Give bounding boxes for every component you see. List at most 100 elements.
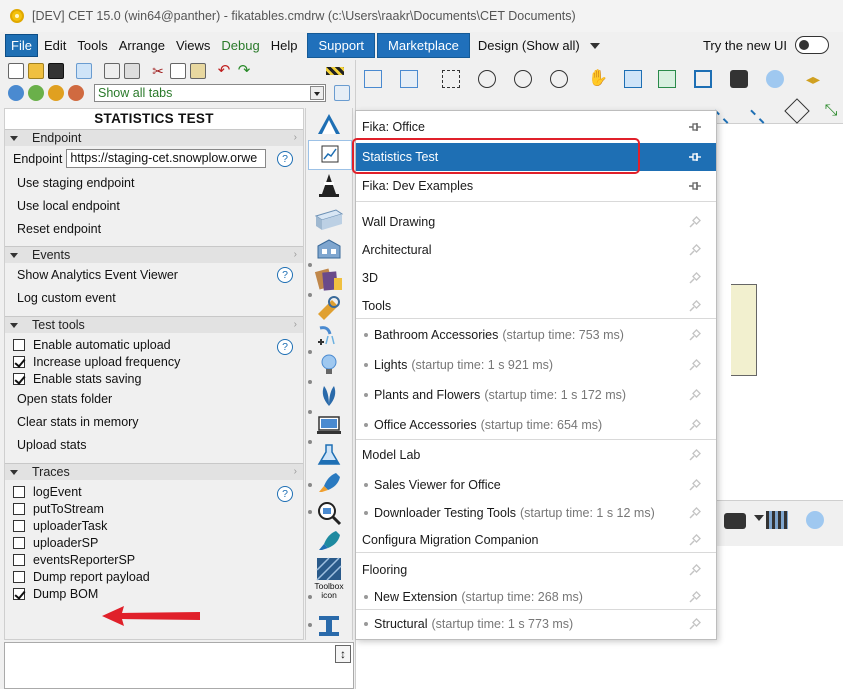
use-local-endpoint-link[interactable]: Use local endpoint xyxy=(5,194,303,217)
pin-icon[interactable] xyxy=(688,534,702,546)
pan-hand-icon[interactable]: ✋ xyxy=(588,70,608,88)
enable-automatic-upload-checkbox[interactable] xyxy=(13,338,25,351)
try-new-ui-toggle[interactable] xyxy=(795,36,829,54)
pin-icon[interactable] xyxy=(688,449,702,461)
render-camera-icon[interactable] xyxy=(724,513,746,529)
dropdown-item-flooring[interactable]: Flooring xyxy=(356,556,716,584)
trace-eventsreportersp-row[interactable]: eventsReporterSP xyxy=(5,551,303,568)
cut-icon[interactable]: ✂ xyxy=(150,63,166,79)
pin-icon[interactable] xyxy=(688,272,702,284)
flooring-icon[interactable] xyxy=(314,556,344,582)
menu-help[interactable]: Help xyxy=(266,35,303,56)
log-custom-event-link[interactable]: Log custom event xyxy=(5,286,303,309)
dropdown-item-architectural[interactable]: Architectural xyxy=(356,236,716,264)
menu-tools[interactable]: Tools xyxy=(72,35,112,56)
film-strip-icon[interactable] xyxy=(766,511,788,529)
dropdown-item-lights[interactable]: Lights (startup time: 1 s 921 ms) xyxy=(356,351,716,379)
structural-beam-icon[interactable] xyxy=(314,612,344,638)
endpoint-input[interactable]: https://staging-cet.snowplow.orwe xyxy=(66,149,267,168)
dropdown-item-wall-drawing[interactable]: Wall Drawing xyxy=(356,208,716,236)
dropdown-item-model-lab[interactable]: Model Lab xyxy=(356,441,716,469)
office-accessories-icon[interactable] xyxy=(314,412,344,438)
open-stats-folder-link[interactable]: Open stats folder xyxy=(5,387,303,410)
fika-office-icon[interactable] xyxy=(314,112,344,138)
help-icon[interactable]: ? xyxy=(277,150,293,167)
zoom-out-icon[interactable] xyxy=(514,70,532,88)
frame-icon[interactable] xyxy=(694,70,712,88)
new-document-icon[interactable] xyxy=(8,63,24,79)
circle-red-icon[interactable] xyxy=(68,85,84,101)
camera-icon[interactable] xyxy=(730,70,748,88)
dump-report-payload-row[interactable]: Dump report payload xyxy=(5,568,303,585)
diagonal-arrow-icon[interactable]: ⤡ xyxy=(822,102,840,120)
lights-icon[interactable] xyxy=(314,352,344,378)
tab-options-icon[interactable] xyxy=(334,85,350,101)
eraser-icon[interactable] xyxy=(766,70,784,88)
architectural-icon[interactable] xyxy=(314,236,344,262)
section-events-header[interactable]: Events › xyxy=(5,246,303,263)
pin-icon[interactable] xyxy=(688,618,702,630)
dropdown-item-fika-dev-examples[interactable]: Fika: Dev Examples xyxy=(356,172,716,200)
pin-icon[interactable] xyxy=(688,479,702,491)
pin-icon[interactable] xyxy=(688,564,702,576)
tabs-select[interactable]: Show all tabs xyxy=(94,84,326,102)
new-extension-icon[interactable]: Toolbox icon xyxy=(310,582,348,610)
enable-stats-saving-checkbox[interactable] xyxy=(13,372,25,385)
pin-icon[interactable] xyxy=(688,419,702,431)
trace-eventsreportersp-checkbox[interactable] xyxy=(13,553,25,566)
dropdown-item-structural[interactable]: Structural (startup time: 1 s 773 ms) xyxy=(356,610,716,638)
copy-icon[interactable] xyxy=(170,63,186,79)
menu-file[interactable]: File xyxy=(5,34,38,57)
measure-line-icon[interactable] xyxy=(714,98,740,124)
enable-stats-saving-row[interactable]: Enable stats saving xyxy=(5,370,303,387)
save-icon[interactable] xyxy=(48,63,64,79)
pin-icon[interactable] xyxy=(688,216,702,228)
support-button[interactable]: Support xyxy=(307,33,376,58)
sales-viewer-rocket-icon[interactable] xyxy=(314,470,344,496)
trace-uploadersp-row[interactable]: uploaderSP xyxy=(5,534,303,551)
trace-uploadertask-row[interactable]: uploaderTask xyxy=(5,517,303,534)
dropdown-item-sales-viewer-for-office[interactable]: Sales Viewer for Office xyxy=(356,471,716,499)
horizontal-arrows-icon[interactable]: ◂▸ xyxy=(804,70,822,88)
menu-views[interactable]: Views xyxy=(171,35,215,56)
paste-icon[interactable] xyxy=(190,63,206,79)
dimension-line-icon[interactable] xyxy=(750,98,776,124)
pinned-icon[interactable] xyxy=(688,151,702,163)
section-traces-header[interactable]: Traces › xyxy=(5,463,303,480)
wall-drawing-icon[interactable] xyxy=(314,206,344,232)
print-preview-icon[interactable] xyxy=(104,63,120,79)
dropdown-item-downloader-testing-tools[interactable]: Downloader Testing Tools (startup time: 1… xyxy=(356,499,716,527)
settings-gear-icon[interactable] xyxy=(76,63,92,79)
zoom-in-icon[interactable] xyxy=(478,70,496,88)
print-icon[interactable] xyxy=(124,63,140,79)
dropdown-item-bathroom-accessories[interactable]: Bathroom Accessories (startup time: 753 m… xyxy=(356,321,716,349)
dump-bom-checkbox[interactable] xyxy=(13,587,25,600)
3d-materials-icon[interactable] xyxy=(314,266,344,292)
trace-logevent-row[interactable]: logEvent ? xyxy=(5,483,303,502)
dropdown-item-3d[interactable]: 3D xyxy=(356,264,716,292)
fika-dev-examples-icon[interactable] xyxy=(314,172,344,198)
view-region-icon[interactable] xyxy=(658,70,676,88)
view-grid-icon[interactable] xyxy=(400,70,418,88)
dropdown-item-new-extension[interactable]: New Extension (startup time: 268 ms) xyxy=(356,583,716,611)
chevron-down-icon[interactable] xyxy=(754,515,764,521)
menu-debug[interactable]: Debug xyxy=(216,35,264,56)
section-endpoint-header[interactable]: Endpoint › xyxy=(5,129,303,146)
pinned-icon[interactable] xyxy=(688,180,702,192)
drawn-shape[interactable] xyxy=(731,284,757,376)
dump-report-payload-checkbox[interactable] xyxy=(13,570,25,583)
dropdown-item-configura-migration-companion[interactable]: Configura Migration Companion xyxy=(356,526,716,554)
downloader-testing-icon[interactable] xyxy=(314,500,344,526)
ruler-icon[interactable] xyxy=(784,98,810,124)
trace-puttostream-row[interactable]: putToStream xyxy=(5,500,303,517)
zoom-selection-icon[interactable] xyxy=(624,70,642,88)
design-mode-select[interactable]: Design (Show all) xyxy=(478,38,600,53)
zoom-extents-icon[interactable] xyxy=(442,70,460,88)
circle-orange-icon[interactable] xyxy=(48,85,64,101)
pin-icon[interactable] xyxy=(688,591,702,603)
marketplace-button[interactable]: Marketplace xyxy=(377,33,470,58)
dropdown-item-tools[interactable]: Tools xyxy=(356,292,716,320)
enable-automatic-upload-row[interactable]: Enable automatic upload ? xyxy=(5,336,303,355)
circle-blue-icon[interactable] xyxy=(8,85,24,101)
open-folder-icon[interactable] xyxy=(28,63,44,79)
